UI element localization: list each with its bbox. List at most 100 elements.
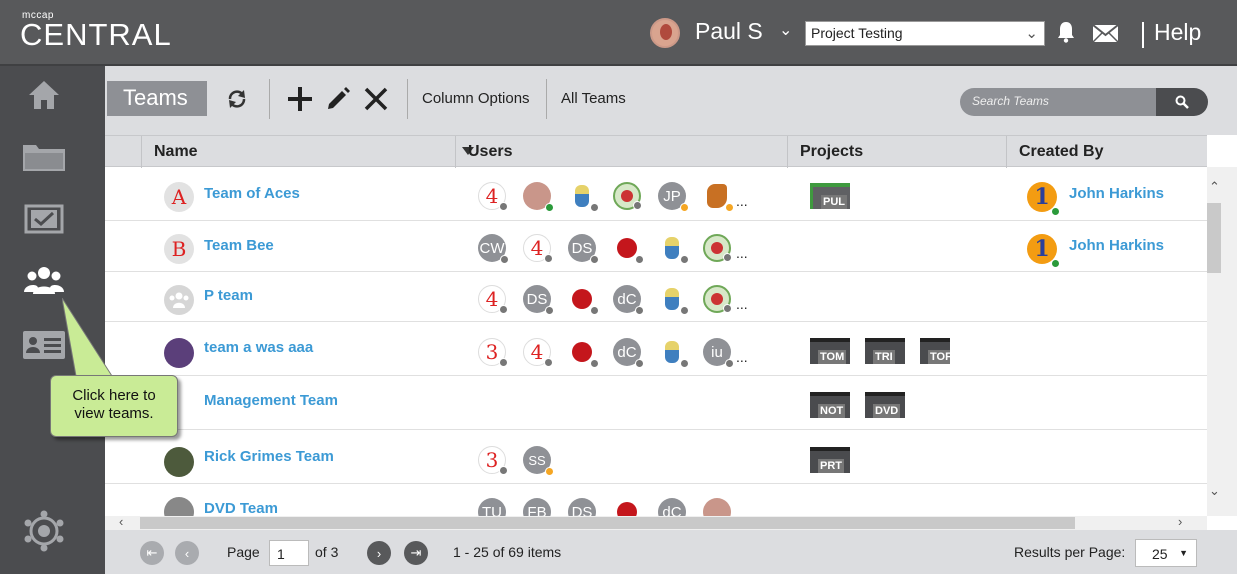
user-name[interactable]: Paul S xyxy=(695,18,763,45)
user-avatar[interactable]: iu xyxy=(703,338,734,368)
user-avatar[interactable] xyxy=(523,182,554,212)
team-name-link[interactable]: DVD Team xyxy=(204,500,278,516)
project-folder[interactable]: PUL xyxy=(810,183,850,209)
tasks-checkbox-icon[interactable] xyxy=(22,202,66,236)
project-folder[interactable]: DVD xyxy=(865,392,905,418)
user-avatar[interactable]: 4 xyxy=(523,338,553,367)
select-column[interactable] xyxy=(105,136,141,168)
more-users-ellipsis[interactable]: ... xyxy=(736,193,748,209)
prev-page-icon[interactable]: ‹ xyxy=(175,541,199,565)
network-hub-icon[interactable] xyxy=(22,510,66,552)
vertical-scrollbar[interactable]: ⌃ ⌄ xyxy=(1207,167,1237,516)
teams-icon[interactable] xyxy=(22,264,66,298)
app-logo[interactable]: CENTRAL xyxy=(20,17,172,53)
user-avatar[interactable] xyxy=(658,285,689,315)
more-users-ellipsis[interactable]: ... xyxy=(736,245,748,261)
column-header-name[interactable]: Name xyxy=(141,136,474,168)
user-avatar[interactable] xyxy=(658,338,689,368)
creator-name-link[interactable]: John Harkins xyxy=(1069,237,1164,254)
user-avatar[interactable] xyxy=(703,285,732,313)
user-avatar[interactable] xyxy=(613,182,642,210)
user-avatar[interactable]: 3 xyxy=(478,338,508,367)
home-icon[interactable] xyxy=(22,78,66,112)
column-header-users[interactable]: Users xyxy=(455,136,787,168)
column-header-projects[interactable]: Projects xyxy=(787,136,1006,168)
table-row[interactable]: Management Team NOT DVD xyxy=(105,376,1207,430)
user-avatar[interactable] xyxy=(658,234,689,264)
user-avatar[interactable] xyxy=(703,498,731,516)
user-avatar[interactable]: CW xyxy=(478,234,509,264)
scroll-right-icon[interactable]: › xyxy=(1178,514,1182,529)
user-avatar[interactable]: JP xyxy=(658,182,689,212)
all-teams-filter[interactable]: All Teams xyxy=(561,90,626,107)
project-folder[interactable]: TOM xyxy=(810,338,850,364)
last-page-icon[interactable]: ⇥ xyxy=(404,541,428,565)
team-name-link[interactable]: Team of Aces xyxy=(204,185,300,202)
project-folder[interactable]: NOT xyxy=(810,392,850,418)
user-avatar[interactable]: dC xyxy=(613,338,644,368)
table-row[interactable]: B Team Bee CW 4 DS ... 1 John Harkins xyxy=(105,221,1207,272)
contact-card-icon[interactable] xyxy=(22,328,66,362)
table-row[interactable]: DVD Team TU FB DS dC xyxy=(105,484,1207,516)
edit-pencil-icon[interactable] xyxy=(324,85,352,113)
user-avatar[interactable]: DS xyxy=(523,285,554,315)
scroll-thumb[interactable] xyxy=(1207,203,1221,273)
help-link[interactable]: Help xyxy=(1154,19,1201,46)
user-avatar[interactable]: SS xyxy=(523,446,554,476)
scroll-down-icon[interactable]: ⌄ xyxy=(1209,483,1220,499)
search-input[interactable]: Search Teams xyxy=(960,88,1156,116)
user-avatar[interactable] xyxy=(613,498,641,516)
team-name-link[interactable]: Team Bee xyxy=(204,237,274,254)
user-avatar[interactable]: 4 xyxy=(523,234,553,263)
team-name-link[interactable]: team a was aaa xyxy=(204,339,313,356)
user-avatar[interactable] xyxy=(568,182,599,212)
add-icon[interactable] xyxy=(286,85,314,113)
mail-icon[interactable] xyxy=(1092,24,1119,43)
column-header-created-by[interactable]: Created By xyxy=(1006,136,1207,168)
column-options-button[interactable]: Column Options xyxy=(422,90,530,107)
bell-icon[interactable] xyxy=(1056,21,1076,43)
project-folder[interactable]: TRI xyxy=(865,338,905,364)
tab-teams[interactable]: Teams xyxy=(107,81,207,116)
user-avatar[interactable] xyxy=(613,234,644,264)
user-avatar[interactable]: DS xyxy=(568,498,596,516)
team-name-link[interactable]: P team xyxy=(204,287,253,304)
scroll-left-icon[interactable]: ‹ xyxy=(119,514,123,529)
team-name-link[interactable]: Rick Grimes Team xyxy=(204,448,334,465)
scroll-thumb[interactable] xyxy=(140,517,1075,529)
user-avatar[interactable]: 4 xyxy=(478,182,508,211)
refresh-icon[interactable] xyxy=(223,85,251,113)
table-row[interactable]: team a was aaa 3 4 dC iu ... TOM TRI TOF xyxy=(105,322,1207,376)
team-name-link[interactable]: Management Team xyxy=(204,392,338,409)
table-row[interactable]: A Team of Aces 4 JP ... PUL 1 John Harki… xyxy=(105,167,1207,221)
more-users-ellipsis[interactable]: ... xyxy=(736,349,748,365)
project-select[interactable]: Project Testing ⌄ xyxy=(805,21,1045,46)
user-avatar[interactable] xyxy=(703,234,732,262)
delete-x-icon[interactable] xyxy=(362,85,390,113)
user-avatar[interactable]: dC xyxy=(613,285,644,315)
user-avatar[interactable]: TU xyxy=(478,498,506,516)
project-folder[interactable]: TOF xyxy=(920,338,950,364)
user-avatar[interactable]: 4 xyxy=(478,285,508,314)
chevron-down-icon[interactable]: ⌄ xyxy=(779,20,792,40)
user-avatar[interactable] xyxy=(568,285,599,315)
user-avatar[interactable]: FB xyxy=(523,498,551,516)
user-avatar[interactable] xyxy=(650,18,680,48)
scroll-up-icon[interactable]: ⌃ xyxy=(1209,179,1220,195)
first-page-icon[interactable]: ⇤ xyxy=(140,541,164,565)
table-row[interactable]: Rick Grimes Team 3 SS PRT xyxy=(105,430,1207,484)
more-users-ellipsis[interactable]: ... xyxy=(736,296,748,312)
table-row[interactable]: P team 4 DS dC ... xyxy=(105,272,1207,322)
project-folder[interactable]: PRT xyxy=(810,447,850,473)
user-avatar[interactable]: DS xyxy=(568,234,599,264)
user-avatar[interactable] xyxy=(703,182,734,212)
results-per-page-select[interactable]: 25 ▼ xyxy=(1135,539,1197,567)
user-avatar[interactable] xyxy=(568,338,599,368)
page-input[interactable]: 1 xyxy=(269,540,309,566)
user-avatar[interactable]: 3 xyxy=(478,446,508,475)
folder-icon[interactable] xyxy=(22,140,66,174)
search-button[interactable] xyxy=(1156,88,1208,116)
horizontal-scrollbar[interactable]: ‹ › xyxy=(105,514,1207,530)
creator-name-link[interactable]: John Harkins xyxy=(1069,185,1164,202)
next-page-icon[interactable]: › xyxy=(367,541,391,565)
